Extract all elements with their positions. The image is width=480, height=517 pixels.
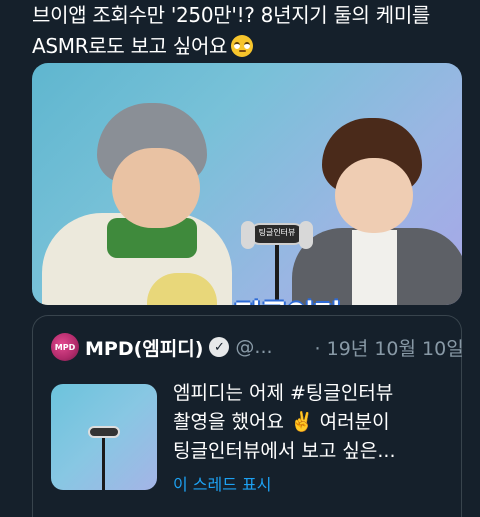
rolling-eyes-emoji-icon — [231, 35, 254, 57]
avatar[interactable]: MPD — [51, 333, 79, 361]
quoted-tweet-header: MPD MPD(엠피디) ✓ @... · 19년 10월 10일 — [51, 331, 464, 363]
quoted-author-handle[interactable]: @... — [235, 336, 272, 358]
quoted-tweet-thumbnail[interactable] — [51, 384, 157, 490]
tweet-text-line-1: 브이앱 조회수만 '250만'!? 8년지기 둘의 케미를 — [32, 3, 431, 27]
quoted-tweet-card[interactable]: MPD MPD(엠피디) ✓ @... · 19년 10월 10일 엠피디는 어… — [32, 315, 464, 517]
person-right-figure — [287, 118, 462, 305]
tweet-text-line-2-text: ASMR로도 보고 싶어요 — [32, 34, 228, 58]
stand-sign-text: 팅글인터뷰 — [258, 228, 296, 237]
quoted-tweet-text: 엠피디는 어제 #팅글인터뷰 촬영을 했어요 ✌️ 여러분이 팅글인터뷰에서 보… — [173, 379, 453, 466]
quoted-text-line-2: 촬영을 했어요 ✌️ 여러분이 — [173, 411, 390, 433]
quoted-author-name[interactable]: MPD(엠피디) — [85, 334, 203, 361]
tweet-text-line-2: ASMR로도 보고 싶어요 — [32, 31, 472, 62]
avatar-text: MPD — [54, 342, 76, 352]
person-left-figure — [42, 103, 232, 305]
quoted-text-line-3: 팅글인터뷰에서 보고 싶은... — [173, 440, 396, 462]
quoted-tweet-date[interactable]: · 19년 10월 10일 — [315, 334, 464, 361]
tweet-text: 브이앱 조회수만 '250만'!? 8년지기 둘의 케미를 ASMR로도 보고 … — [32, 0, 472, 62]
verified-badge-icon: ✓ — [209, 337, 230, 357]
tweet-media-image[interactable]: 팅글인터뷰 팅글인터뷰 — [32, 63, 462, 305]
show-thread-link[interactable]: 이 스레드 표시 — [173, 471, 272, 495]
quoted-text-line-1: 엠피디는 어제 #팅글인터뷰 — [173, 382, 394, 404]
video-caption-overlay: 팅글인터뷰 — [222, 291, 352, 305]
